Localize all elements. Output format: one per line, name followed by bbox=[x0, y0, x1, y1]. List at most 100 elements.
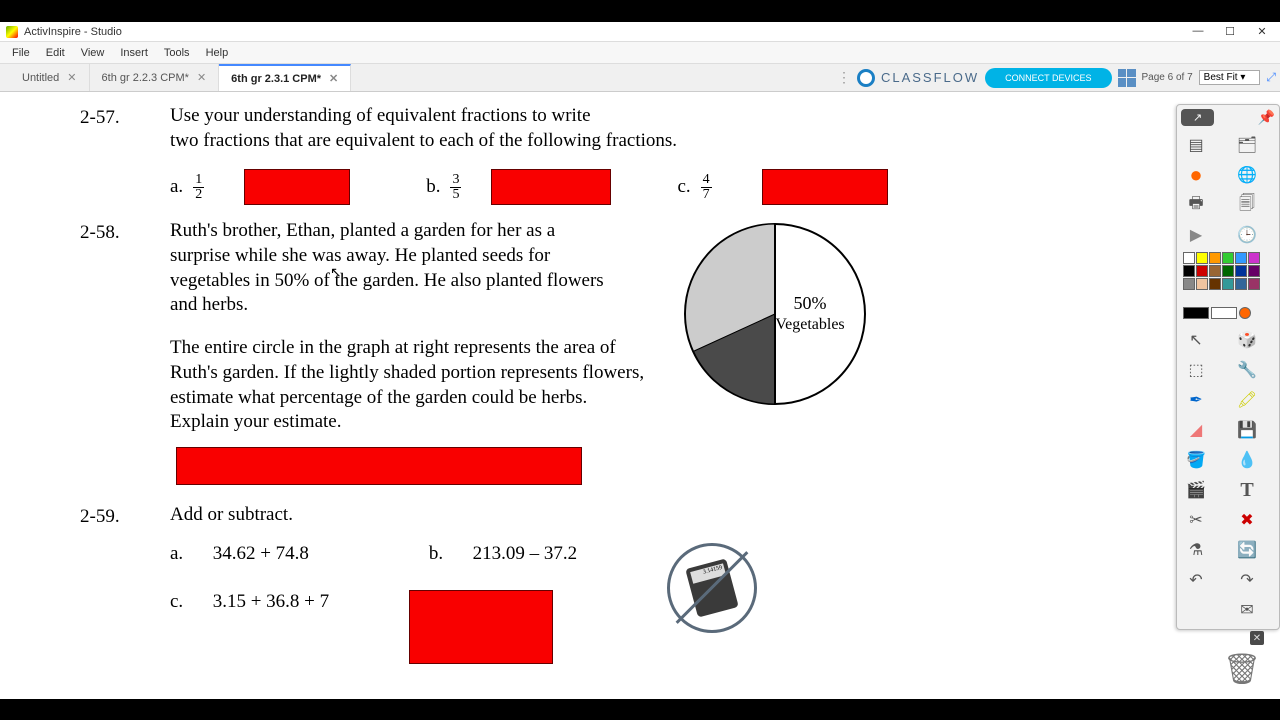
swatch[interactable] bbox=[1209, 252, 1221, 264]
color-palette bbox=[1183, 250, 1275, 305]
swatch[interactable] bbox=[1235, 278, 1247, 290]
swatch[interactable] bbox=[1235, 252, 1247, 264]
answer-cover[interactable] bbox=[409, 590, 553, 664]
problem-number: 2-58. bbox=[80, 219, 170, 485]
swatch[interactable] bbox=[1183, 252, 1195, 264]
save-icon[interactable]: 💾 bbox=[1236, 419, 1258, 441]
pages-icon[interactable]: 🗐 bbox=[1236, 194, 1258, 216]
play-icon[interactable]: ▶ bbox=[1185, 224, 1207, 246]
minimize-button[interactable]: — bbox=[1182, 22, 1214, 40]
undo-icon[interactable]: ↶ bbox=[1185, 569, 1207, 591]
highlighter-icon[interactable]: 🖍 bbox=[1236, 389, 1258, 411]
answer-cover[interactable] bbox=[762, 169, 888, 205]
dice-icon[interactable]: 🎲 bbox=[1236, 329, 1258, 351]
cut-icon[interactable]: ✂ bbox=[1185, 509, 1207, 531]
refresh-icon[interactable]: 🔄 bbox=[1236, 539, 1258, 561]
folder-icon[interactable]: 🗂 bbox=[1236, 134, 1258, 156]
tab-untitled[interactable]: Untitled ✕ bbox=[10, 64, 90, 91]
tab-bar: Untitled ✕ 6th gr 2.2.3 CPM* ✕ 6th gr 2.… bbox=[0, 64, 1280, 92]
fraction: 3 5 bbox=[450, 173, 461, 202]
answer-cover[interactable] bbox=[176, 447, 582, 485]
fullscreen-icon[interactable]: ⤢ bbox=[1266, 70, 1276, 85]
text-icon[interactable]: T bbox=[1236, 479, 1258, 501]
swatch-wide[interactable] bbox=[1183, 307, 1209, 319]
close-icon[interactable]: ✕ bbox=[329, 72, 338, 85]
subpart-b: b. 3 5 bbox=[426, 169, 611, 205]
print-icon[interactable]: 🖶 bbox=[1185, 194, 1207, 216]
swatch[interactable] bbox=[1196, 278, 1208, 290]
problem-text: The entire circle in the graph at right … bbox=[170, 336, 650, 435]
app-window: ActivInspire - Studio — ☐ ✕ File Edit Vi… bbox=[0, 22, 1280, 699]
delete-icon[interactable]: ✖ bbox=[1236, 509, 1258, 531]
redo-icon[interactable]: ↷ bbox=[1236, 569, 1258, 591]
app-icon bbox=[6, 26, 18, 38]
select-icon[interactable]: ⬚ bbox=[1185, 359, 1207, 381]
wrench-icon[interactable]: 🔧 bbox=[1236, 359, 1258, 381]
page-icon[interactable]: ▤ bbox=[1185, 134, 1207, 156]
maximize-button[interactable]: ☐ bbox=[1214, 22, 1246, 40]
zoom-select[interactable]: Best Fit ▾ bbox=[1199, 70, 1261, 85]
eyedropper-icon[interactable]: 💧 bbox=[1236, 449, 1258, 471]
mail-icon[interactable]: ✉ bbox=[1236, 599, 1258, 621]
toolbox[interactable]: ↗ 📌 ▤ 🗂 ● 🌐 🖶 🗐 ▶ 🕒 bbox=[1176, 104, 1280, 630]
page-content: 2-57. Use your understanding of equivale… bbox=[80, 104, 1160, 678]
close-icon[interactable]: ✕ bbox=[1250, 631, 1264, 645]
swatch[interactable] bbox=[1222, 252, 1234, 264]
swatch[interactable] bbox=[1248, 265, 1260, 277]
tab-label: 6th gr 2.2.3 CPM* bbox=[102, 72, 189, 84]
swatch[interactable] bbox=[1222, 278, 1234, 290]
menu-insert[interactable]: Insert bbox=[112, 47, 156, 59]
pen-icon[interactable]: ✒ bbox=[1185, 389, 1207, 411]
media-icon[interactable]: 🎬 bbox=[1185, 479, 1207, 501]
swatch[interactable] bbox=[1196, 252, 1208, 264]
close-button[interactable]: ✕ bbox=[1246, 22, 1278, 40]
menu-view[interactable]: View bbox=[73, 47, 113, 59]
classflow-logo: CLASSFLOW bbox=[857, 69, 979, 87]
clock-icon[interactable]: 🕒 bbox=[1236, 224, 1258, 246]
fill-icon[interactable]: 🪣 bbox=[1185, 449, 1207, 471]
no-calculator-icon: 3.14159 bbox=[667, 543, 757, 633]
answer-cover[interactable] bbox=[244, 169, 350, 205]
pointer-icon[interactable]: ↖ bbox=[1185, 329, 1207, 351]
problem-text: Add or subtract. bbox=[170, 503, 1160, 528]
answer-cover[interactable] bbox=[491, 169, 611, 205]
swatch[interactable] bbox=[1235, 265, 1247, 277]
menu-tools[interactable]: Tools bbox=[156, 47, 198, 59]
grid-view-icon[interactable] bbox=[1118, 69, 1136, 87]
world-icon[interactable]: 🌐 bbox=[1236, 164, 1258, 186]
circle-tool[interactable]: ● bbox=[1185, 164, 1207, 186]
fraction: 4 7 bbox=[701, 173, 712, 202]
menu-edit[interactable]: Edit bbox=[38, 47, 73, 59]
tab-223cpm[interactable]: 6th gr 2.2.3 CPM* ✕ bbox=[90, 64, 220, 91]
menu-file[interactable]: File bbox=[4, 47, 38, 59]
share-button[interactable]: ↗ bbox=[1181, 109, 1214, 126]
swatch[interactable] bbox=[1222, 265, 1234, 277]
swatch[interactable] bbox=[1196, 265, 1208, 277]
more-icon[interactable]: ⋮ bbox=[837, 69, 851, 86]
connect-devices-button[interactable]: CONNECT DEVICES bbox=[985, 68, 1111, 88]
swatch[interactable] bbox=[1183, 278, 1195, 290]
close-icon[interactable]: ✕ bbox=[197, 71, 206, 84]
swatch[interactable] bbox=[1248, 278, 1260, 290]
tab-label: 6th gr 2.3.1 CPM* bbox=[231, 73, 321, 85]
close-icon[interactable]: ✕ bbox=[67, 71, 76, 84]
swatch[interactable] bbox=[1183, 265, 1195, 277]
problem-259: 2-59. Add or subtract. a. 34.62 + 74.8 b… bbox=[80, 503, 1160, 664]
swatch[interactable] bbox=[1209, 278, 1221, 290]
swatch[interactable] bbox=[1209, 265, 1221, 277]
canvas[interactable]: 2-57. Use your understanding of equivale… bbox=[0, 92, 1280, 699]
tab-231cpm[interactable]: 6th gr 2.3.1 CPM* ✕ bbox=[219, 64, 351, 91]
problem-number: 2-59. bbox=[80, 503, 170, 664]
swatch-wide[interactable] bbox=[1211, 307, 1237, 319]
title-bar: ActivInspire - Studio — ☐ ✕ bbox=[0, 22, 1280, 42]
swatch[interactable] bbox=[1239, 307, 1251, 319]
eraser-icon[interactable]: ◢ bbox=[1185, 419, 1207, 441]
tab-label: Untitled bbox=[22, 72, 59, 84]
pie-chart: 50% Vegetables bbox=[680, 219, 870, 435]
flask-icon[interactable]: ⚗ bbox=[1185, 539, 1207, 561]
page-indicator: Page 6 of 7 bbox=[1142, 72, 1193, 83]
trash-bin[interactable]: ✕ 🗑 bbox=[1222, 645, 1262, 693]
swatch[interactable] bbox=[1248, 252, 1260, 264]
pin-icon[interactable]: 📌 bbox=[1258, 109, 1275, 126]
menu-help[interactable]: Help bbox=[198, 47, 237, 59]
